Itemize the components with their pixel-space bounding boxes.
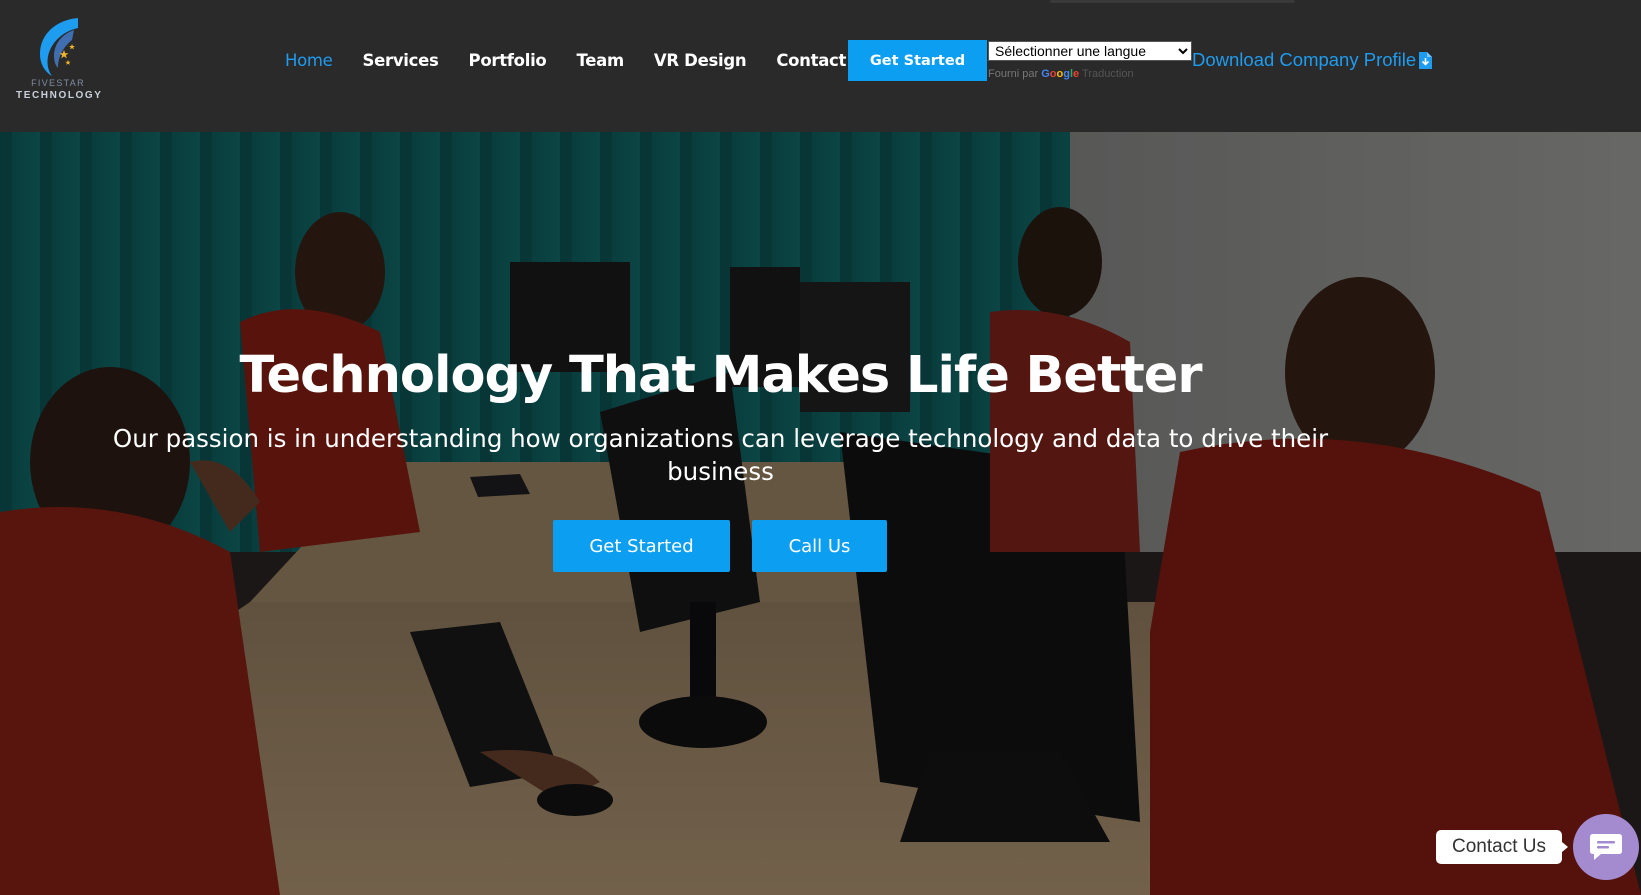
- hero-subtitle: Our passion is in understanding how orga…: [112, 424, 1329, 486]
- nav-item-home[interactable]: Home: [285, 46, 333, 76]
- logo-text-fivestar: FIVESTAR: [31, 78, 85, 88]
- header-decoration: [1050, 0, 1295, 3]
- chat-bubble-icon: [1590, 834, 1622, 860]
- company-logo[interactable]: FIVESTAR TECHNOLOGY: [16, 14, 103, 104]
- nav-item-portfolio[interactable]: Portfolio: [469, 46, 547, 76]
- nav-item-services[interactable]: Services: [363, 46, 439, 76]
- header-get-started-button[interactable]: Get Started: [848, 40, 987, 81]
- nav-item-team[interactable]: Team: [576, 46, 624, 76]
- contact-us-widget-button[interactable]: [1573, 814, 1639, 880]
- hero-get-started-button[interactable]: Get Started: [553, 520, 730, 572]
- nav-item-contact[interactable]: Contact: [776, 46, 846, 76]
- logo-text-technology: TECHNOLOGY: [16, 90, 103, 101]
- main-nav: Home Services Portfolio Team VR Design C…: [270, 46, 861, 76]
- download-link-label: Download Company Profile: [1192, 49, 1417, 70]
- contact-us-label[interactable]: Contact Us: [1436, 830, 1568, 864]
- hero-call-us-button[interactable]: Call Us: [752, 520, 887, 572]
- site-header: FIVESTAR TECHNOLOGY Home Services Portfo…: [0, 0, 1641, 132]
- google-translate-attribution: Fourni par Google Traduction: [988, 68, 1134, 80]
- download-company-profile-link[interactable]: Download Company Profile: [1192, 49, 1433, 71]
- language-select[interactable]: Sélectionner une langue: [988, 41, 1192, 61]
- powered-by-suffix[interactable]: Traduction: [1082, 68, 1134, 80]
- hero-title: Technology That Makes Life Better: [239, 346, 1202, 405]
- nav-item-vr-design[interactable]: VR Design: [654, 46, 747, 76]
- powered-by-prefix: Fourni par: [988, 68, 1039, 80]
- hero-dark-overlay: [0, 132, 1641, 895]
- hero-section: Technology That Makes Life Better Our pa…: [0, 132, 1641, 895]
- google-brand: Google: [1041, 68, 1080, 80]
- file-download-icon: [1419, 51, 1433, 69]
- logo-mark-icon: [40, 18, 78, 76]
